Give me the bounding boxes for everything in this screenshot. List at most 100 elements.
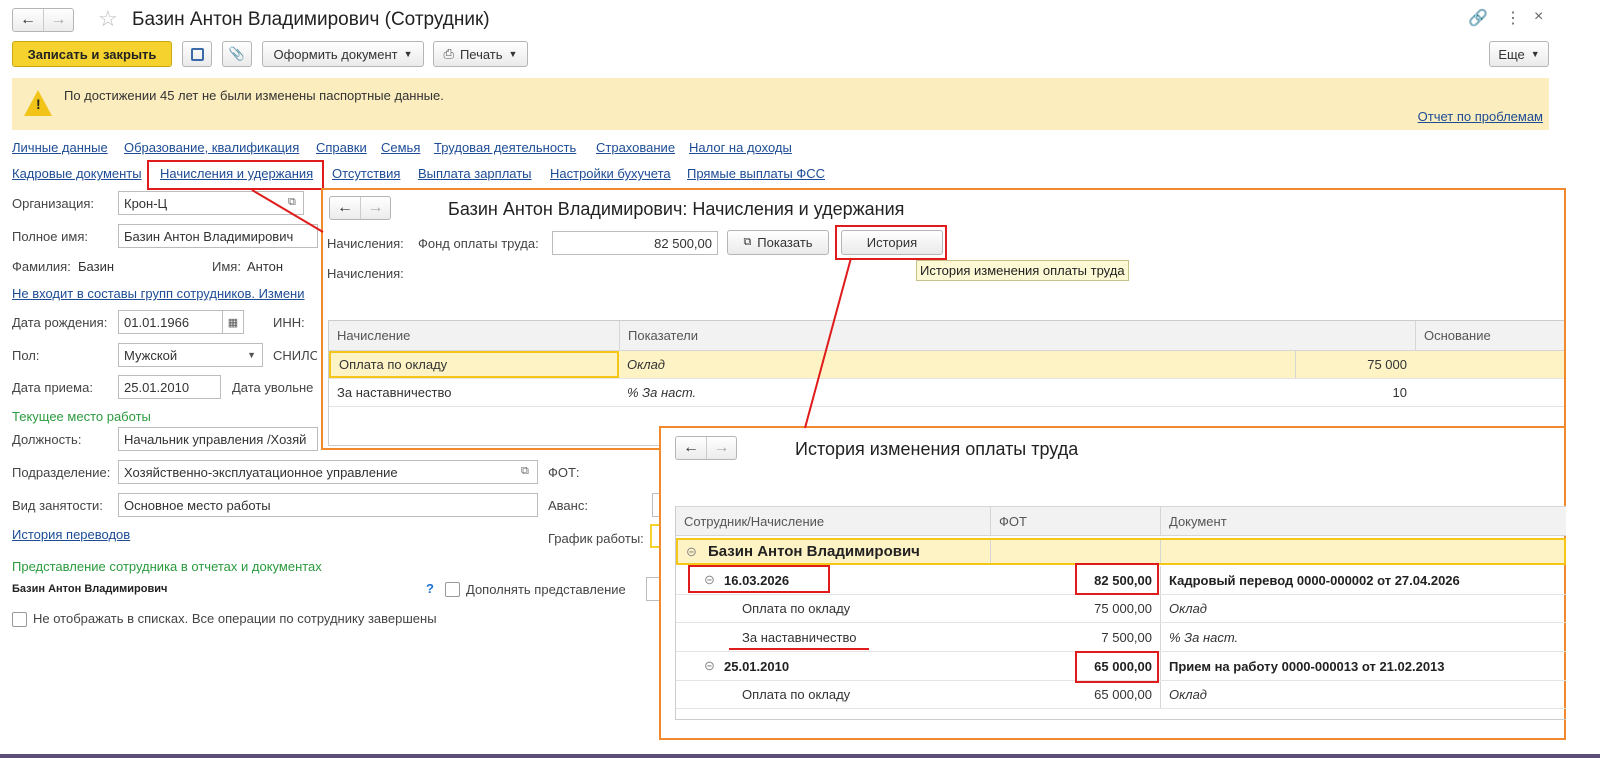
nav-link-hr-docs[interactable]: Кадровые документы: [12, 166, 142, 181]
open-icon[interactable]: ⧉: [288, 196, 296, 209]
table-row[interactable]: За наставничество % За наст. 10: [329, 379, 1564, 407]
back-arrow-icon[interactable]: ←: [330, 197, 360, 219]
transfers-history-link[interactable]: История переводов: [12, 527, 130, 542]
fund-field[interactable]: 82 500,00: [552, 231, 718, 255]
fire-label: Дата увольне: [232, 380, 314, 395]
employee-name: Базин Антон Владимирович: [708, 543, 920, 560]
attach-button[interactable]: 📎: [222, 41, 252, 67]
col-fot[interactable]: ФОТ: [990, 507, 1160, 535]
advance-label: Аванс:: [548, 498, 588, 513]
mentorship-underline: [729, 648, 869, 650]
nav-link-fss-payments[interactable]: Прямые выплаты ФСС: [687, 166, 825, 181]
print-button[interactable]: ⎙ Печать ▼: [433, 41, 528, 67]
open-icon[interactable]: ⧉: [521, 465, 529, 478]
col-accrual[interactable]: Начисление: [329, 321, 619, 350]
save-and-close-button[interactable]: Записать и закрыть: [12, 41, 172, 67]
history-table-header: Сотрудник/Начисление ФОТ Документ: [676, 506, 1566, 536]
table-row[interactable]: Оплата по окладу 75 000,00 Оклад: [676, 595, 1566, 623]
nav-link-education[interactable]: Образование, квалификация: [124, 140, 299, 155]
paperclip-icon: 📎: [228, 46, 246, 61]
history-tooltip: История изменения оплаты труда: [916, 260, 1129, 281]
fullname-field[interactable]: Базин Антон Владимирович: [118, 224, 318, 248]
org-field[interactable]: Крон-Ц: [118, 191, 304, 215]
show-button[interactable]: ⧉ Показать: [727, 230, 829, 255]
accrual-document: Оклад: [1160, 681, 1567, 708]
position-value: Начальник управления /Хозяй: [124, 431, 307, 447]
help-question-icon[interactable]: ?: [426, 581, 434, 596]
history-window: ← → История изменения оплаты труда Сотру…: [659, 426, 1566, 740]
snils-label: СНИЛС: [273, 348, 317, 363]
hide-in-lists-checkbox[interactable]: [12, 612, 27, 627]
open-icon: ⧉: [743, 236, 752, 248]
make-document-button[interactable]: Оформить документ ▼: [262, 41, 424, 67]
indicator-name: % За наст.: [627, 385, 697, 400]
nav-link-family[interactable]: Семья: [381, 140, 420, 155]
history-window-nav: ← →: [675, 436, 737, 460]
accruals-table-header: Начисление Показатели Основание: [329, 321, 1564, 351]
gender-select[interactable]: Мужской ▼: [118, 343, 263, 367]
history-nav: ← →: [12, 8, 74, 32]
accrual-name: Оплата по окладу: [742, 601, 851, 616]
calendar-button[interactable]: ▦: [222, 310, 244, 334]
table-row[interactable]: ⊝ Базин Антон Владимирович: [676, 538, 1566, 565]
menu-dots-icon[interactable]: ⋮: [1505, 8, 1521, 28]
employment-label: Вид занятости:: [12, 498, 103, 513]
indicator-value: 75 000: [1295, 351, 1415, 378]
fund-value: 82 500,00: [654, 235, 712, 251]
warning-panel: ! По достижении 45 лет не были изменены …: [12, 78, 1549, 130]
employment-value: Основное место работы: [124, 497, 271, 513]
accrual-name: Оплата по окладу: [329, 351, 619, 378]
forward-arrow-icon[interactable]: →: [43, 9, 73, 31]
groups-link[interactable]: Не входит в составы групп сотрудников. И…: [12, 286, 317, 301]
print-label: Печать: [459, 46, 503, 62]
accruals-label: Начисления:: [327, 236, 404, 251]
table-row[interactable]: Оплата по окладу Оклад 75 000: [329, 351, 1564, 379]
nav-link-accounting-settings[interactable]: Настройки бухучета: [550, 166, 671, 181]
nav-link-income-tax[interactable]: Налог на доходы: [689, 140, 792, 155]
taskbar-strip: [0, 754, 1600, 758]
forward-arrow-icon[interactable]: →: [360, 197, 390, 219]
birth-date-field[interactable]: 01.01.1966: [118, 310, 224, 334]
dept-label: Подразделение:: [12, 465, 111, 480]
dept-field[interactable]: Хозяйственно-эксплуатационное управление: [118, 460, 538, 484]
nav-link-insurance[interactable]: Страхование: [596, 140, 675, 155]
accruals-nav: ← →: [329, 196, 391, 220]
fot-cell: [990, 540, 1160, 563]
col-basis[interactable]: Основание: [1415, 321, 1565, 350]
more-button[interactable]: Еще ▼: [1489, 41, 1549, 67]
history-title: История изменения оплаты труда: [795, 439, 1079, 459]
favorite-star-icon[interactable]: ☆: [98, 6, 118, 32]
append-representation-checkbox[interactable]: [445, 582, 460, 597]
link-icon[interactable]: 🔗: [1468, 8, 1488, 28]
employment-field[interactable]: Основное место работы: [118, 493, 538, 517]
col-employee-accrual[interactable]: Сотрудник/Начисление: [676, 507, 990, 535]
fullname-label: Полное имя:: [12, 229, 88, 244]
fot-label: ФОТ:: [548, 465, 580, 480]
position-field[interactable]: Начальник управления /Хозяй: [118, 427, 318, 451]
nav-link-absences[interactable]: Отсутствия: [332, 166, 400, 181]
fot-callout-1: [1075, 563, 1159, 595]
hide-in-lists-label: Не отображать в списках. Все операции по…: [33, 611, 437, 626]
nav-link-employment[interactable]: Трудовая деятельность: [434, 140, 576, 155]
show-label: Показать: [757, 235, 813, 250]
close-icon[interactable]: ×: [1534, 8, 1543, 26]
hire-date-field[interactable]: 25.01.2010: [118, 375, 221, 399]
back-arrow-icon[interactable]: ←: [13, 9, 43, 31]
nav-link-personal[interactable]: Личные данные: [12, 140, 108, 155]
indicator-value: 10: [1392, 385, 1407, 400]
back-arrow-icon[interactable]: ←: [676, 437, 706, 459]
group-document: Кадровый перевод 0000-000002 от 27.04.20…: [1160, 566, 1567, 594]
nav-link-certificates[interactable]: Справки: [316, 140, 367, 155]
fullname-value: Базин Антон Владимирович: [124, 228, 294, 244]
col-document[interactable]: Документ: [1160, 507, 1567, 535]
col-indicators[interactable]: Показатели: [619, 321, 1415, 350]
collapse-icon[interactable]: ⊝: [678, 540, 702, 563]
history-table: Сотрудник/Начисление ФОТ Документ ⊝ Бази…: [675, 506, 1566, 720]
table-row[interactable]: Оплата по окладу 65 000,00 Оклад: [676, 681, 1566, 709]
save-button[interactable]: [182, 41, 212, 67]
problems-report-link[interactable]: Отчет по проблемам: [1418, 109, 1543, 124]
gender-label: Пол:: [12, 348, 40, 363]
nav-link-salary-payment[interactable]: Выплата зарплаты: [418, 166, 532, 181]
representation-value: Базин Антон Владимирович: [12, 583, 168, 595]
forward-arrow-icon[interactable]: →: [706, 437, 736, 459]
